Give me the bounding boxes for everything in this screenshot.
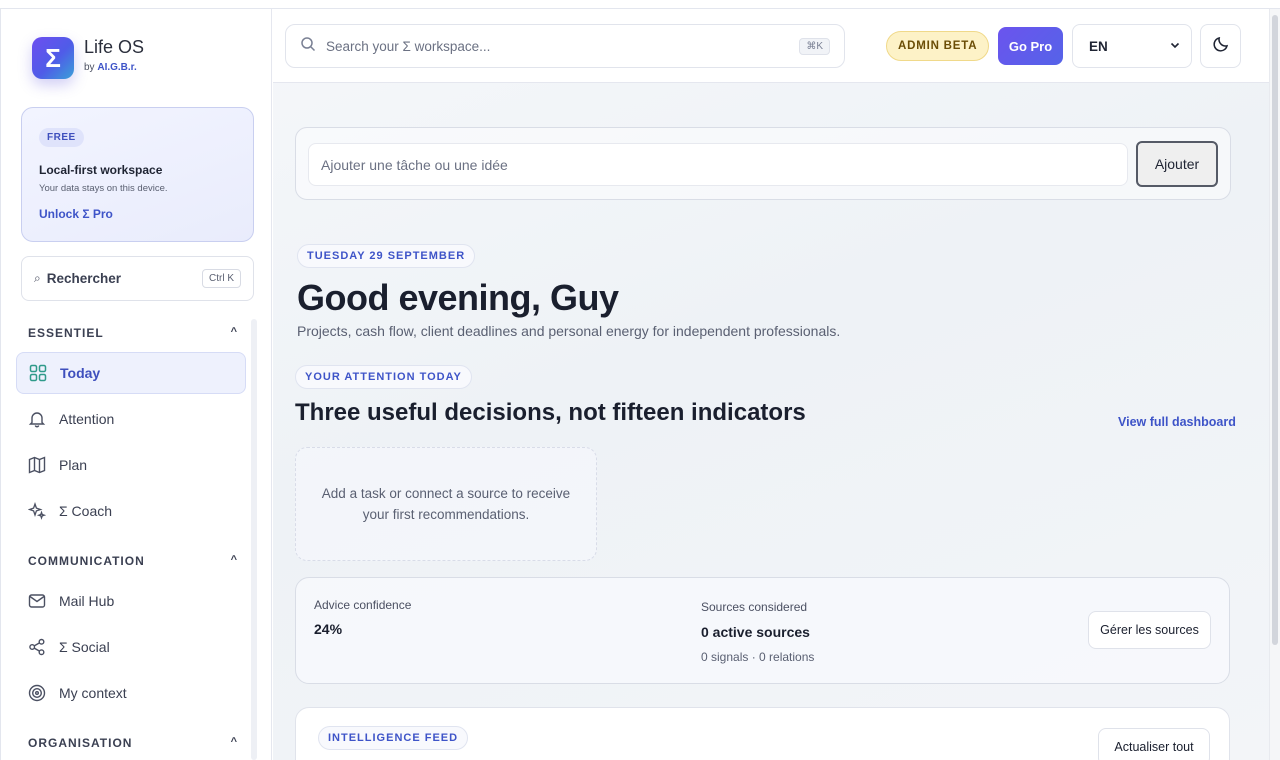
- share-icon: [28, 638, 46, 656]
- grid-icon: [29, 364, 47, 382]
- admin-beta-badge: ADMIN BETA: [886, 31, 990, 61]
- sidebar-item-label: Today: [60, 365, 101, 381]
- brand[interactable]: Σ Life OS by AI.G.B.r.: [32, 37, 144, 79]
- plan-title: Local-first workspace: [39, 163, 163, 177]
- window-top-edge: [0, 0, 1280, 9]
- refresh-all-button[interactable]: Actualiser tout: [1098, 728, 1210, 760]
- sidebar-item-label: Attention: [59, 411, 115, 427]
- workspace-search-input[interactable]: Search your Σ workspace... ⌘K: [285, 24, 845, 68]
- sidebar-item-label: Σ Social: [59, 639, 110, 655]
- brand-logo: Σ: [32, 37, 74, 79]
- main-content: Search your Σ workspace... ⌘K ADMIN BETA…: [273, 9, 1269, 760]
- sidebar-item-plan[interactable]: Plan: [16, 444, 246, 486]
- sources-value: 0 active sources: [701, 624, 810, 640]
- bell-icon: [28, 410, 46, 428]
- plan-subtitle: Your data stays on this device.: [39, 183, 168, 194]
- mail-icon: [28, 592, 46, 610]
- greeting-subtitle: Projects, cash flow, client deadlines an…: [297, 323, 841, 339]
- confidence-value: 24%: [314, 621, 343, 637]
- sidebar-item-today[interactable]: Today: [16, 352, 246, 394]
- section-title: COMMUNICATION: [28, 554, 145, 568]
- greeting-title: Good evening, Guy: [297, 277, 619, 318]
- sidebar-item-label: Plan: [59, 457, 88, 473]
- brand-text: Life OS by AI.G.B.r.: [84, 37, 144, 73]
- map-icon: [28, 456, 46, 474]
- sources-label: Sources considered: [701, 600, 808, 614]
- plan-card: FREE Local-first workspace Your data sta…: [21, 107, 254, 242]
- brand-by-name: AI.G.B.r.: [97, 62, 137, 73]
- intelligence-feed-pill: INTELLIGENCE FEED: [318, 726, 469, 750]
- add-button[interactable]: Ajouter: [1136, 141, 1218, 187]
- moon-icon: [1212, 35, 1230, 58]
- go-pro-button[interactable]: Go Pro: [998, 27, 1063, 65]
- chevron-up-icon[interactable]: ^: [231, 326, 238, 340]
- target-icon: [28, 684, 46, 702]
- sidebar-scrollbar[interactable]: [251, 319, 257, 760]
- sidebar-item-social[interactable]: Σ Social: [16, 626, 246, 668]
- sidebar-item-label: My context: [59, 685, 127, 701]
- sidebar-search-label: Rechercher: [46, 271, 122, 286]
- sources-detail: 0 signals · 0 relations: [701, 650, 815, 664]
- attention-pill: YOUR ATTENTION TODAY: [295, 365, 472, 389]
- brand-byline: by AI.G.B.r.: [84, 62, 144, 73]
- page-scrollbar-thumb[interactable]: [1272, 15, 1278, 645]
- section-header-essentiel[interactable]: ESSENTIEL ^: [28, 326, 238, 340]
- language-select[interactable]: EN: [1072, 24, 1192, 68]
- brand-by-prefix: by: [84, 62, 95, 73]
- chevron-up-icon[interactable]: ^: [231, 736, 238, 750]
- unlock-pro-link[interactable]: Unlock Σ Pro: [39, 207, 113, 221]
- chevron-up-icon[interactable]: ^: [231, 554, 238, 568]
- sidebar-search-shortcut: Ctrl K: [202, 269, 241, 288]
- recommendations-empty-state: Add a task or connect a source to receiv…: [295, 447, 597, 561]
- brand-name: Life OS: [84, 37, 145, 57]
- language-value: EN: [1089, 38, 1108, 54]
- workspace-search-placeholder: Search your Σ workspace...: [326, 38, 491, 54]
- confidence-label: Advice confidence: [314, 598, 412, 612]
- decisions-title: Three useful decisions, not fifteen indi…: [295, 399, 806, 426]
- sidebar-item-label: Mail Hub: [59, 593, 115, 609]
- search-icon: [300, 36, 316, 57]
- plan-badge: FREE: [39, 128, 84, 147]
- chevron-down-icon: [1169, 39, 1181, 54]
- sparkles-icon: [28, 502, 46, 520]
- search-icon: ⌕: [34, 271, 41, 285]
- section-header-organisation[interactable]: ORGANISATION ^: [28, 736, 238, 750]
- date-pill: TUESDAY 29 SEPTEMBER: [297, 244, 476, 268]
- sidebar: Σ Life OS by AI.G.B.r. FREE Local-first …: [0, 9, 272, 760]
- sidebar-item-attention[interactable]: Attention: [16, 398, 246, 440]
- intelligence-feed-card: INTELLIGENCE FEED Actualiser tout: [295, 707, 1230, 760]
- topbar: Search your Σ workspace... ⌘K ADMIN BETA…: [273, 9, 1269, 83]
- section-header-communication[interactable]: COMMUNICATION ^: [28, 554, 238, 568]
- sidebar-item-my-context[interactable]: My context: [16, 672, 246, 714]
- section-title: ESSENTIEL: [28, 326, 104, 340]
- sidebar-item-label: Σ Coach: [59, 503, 113, 519]
- page-scrollbar[interactable]: [1269, 9, 1280, 760]
- quick-add-card: Ajouter une tâche ou une idée Ajouter: [295, 127, 1231, 200]
- manage-sources-button[interactable]: Gérer les sources: [1088, 611, 1211, 649]
- theme-toggle-button[interactable]: [1200, 24, 1241, 68]
- search-shortcut: ⌘K: [799, 37, 830, 55]
- sidebar-search[interactable]: ⌕ Rechercher Ctrl K: [21, 256, 254, 301]
- section-title: ORGANISATION: [28, 736, 133, 750]
- metrics-card: Advice confidence 24% Sources considered…: [295, 577, 1230, 684]
- sidebar-item-mail-hub[interactable]: Mail Hub: [16, 580, 246, 622]
- view-dashboard-link[interactable]: View full dashboard: [1118, 415, 1236, 429]
- quick-add-input[interactable]: Ajouter une tâche ou une idée: [308, 143, 1128, 186]
- sidebar-item-coach[interactable]: Σ Coach: [16, 490, 246, 532]
